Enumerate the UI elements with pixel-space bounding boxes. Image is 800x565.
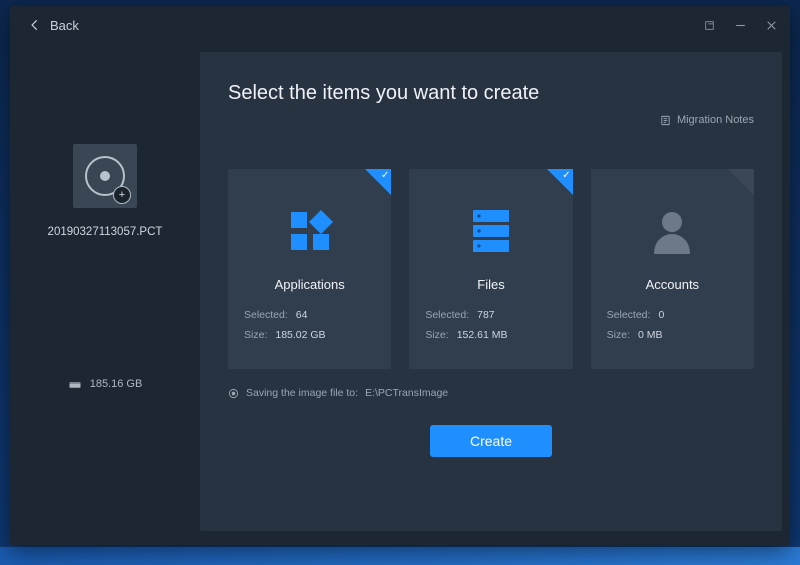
main-panel: Select the items you want to create Migr…: [200, 52, 782, 531]
card-title: Files: [425, 277, 556, 292]
create-button[interactable]: Create: [430, 425, 552, 457]
card-applications[interactable]: Applications Selected 64 Size 185.02 GB: [228, 169, 391, 369]
selected-value: 787: [477, 306, 495, 326]
size-label: Size: [244, 326, 267, 346]
selected-label: Selected: [607, 306, 651, 326]
selected-label: Selected: [425, 306, 469, 326]
size-value: 0 MB: [638, 326, 663, 346]
check-corner-icon: [728, 169, 754, 195]
app-window: Back + 20190327113057.PCT: [10, 6, 790, 545]
selected-value: 64: [296, 306, 308, 326]
save-path-prefix: Saving the image file to:: [246, 387, 358, 399]
window-restore-icon[interactable]: [703, 19, 716, 32]
save-target-icon: [228, 388, 239, 399]
migration-notes-label: Migration Notes: [677, 114, 754, 126]
titlebar: Back: [10, 6, 790, 44]
check-corner-icon: [365, 169, 391, 195]
card-accounts[interactable]: Accounts Selected 0 Size 0 MB: [591, 169, 754, 369]
files-icon: [425, 195, 556, 267]
arrow-left-icon: [28, 18, 42, 32]
check-corner-icon: [547, 169, 573, 195]
back-button[interactable]: Back: [28, 18, 79, 33]
accounts-icon: [607, 195, 738, 267]
card-title: Accounts: [607, 277, 738, 292]
image-filename: 20190327113057.PCT: [48, 226, 163, 238]
size-value: 185.02 GB: [275, 326, 325, 346]
disk-image-tile[interactable]: +: [73, 144, 137, 208]
cards-row: Applications Selected 64 Size 185.02 GB: [228, 169, 754, 369]
save-path-value: E:\PCTransImage: [365, 387, 448, 399]
notes-icon: [660, 115, 671, 126]
page-title: Select the items you want to create: [228, 82, 754, 105]
migration-notes-link[interactable]: Migration Notes: [660, 114, 754, 126]
selected-label: Selected: [244, 306, 288, 326]
hdd-icon: [68, 379, 82, 390]
plus-badge-icon: +: [113, 186, 131, 204]
sidebar: + 20190327113057.PCT 185.16 GB: [10, 44, 200, 545]
back-label: Back: [50, 18, 79, 33]
card-title: Applications: [244, 277, 375, 292]
applications-icon: [244, 195, 375, 267]
window-controls: [703, 19, 778, 32]
window-minimize-icon[interactable]: [734, 19, 747, 32]
selected-value: 0: [658, 306, 664, 326]
card-files[interactable]: Files Selected 787 Size 152.61 MB: [409, 169, 572, 369]
window-close-icon[interactable]: [765, 19, 778, 32]
disk-capacity: 185.16 GB: [68, 378, 143, 390]
disk-capacity-value: 185.16 GB: [90, 378, 143, 390]
save-path-line: Saving the image file to: E:\PCTransImag…: [228, 387, 754, 399]
size-label: Size: [425, 326, 448, 346]
size-value: 152.61 MB: [457, 326, 508, 346]
size-label: Size: [607, 326, 630, 346]
